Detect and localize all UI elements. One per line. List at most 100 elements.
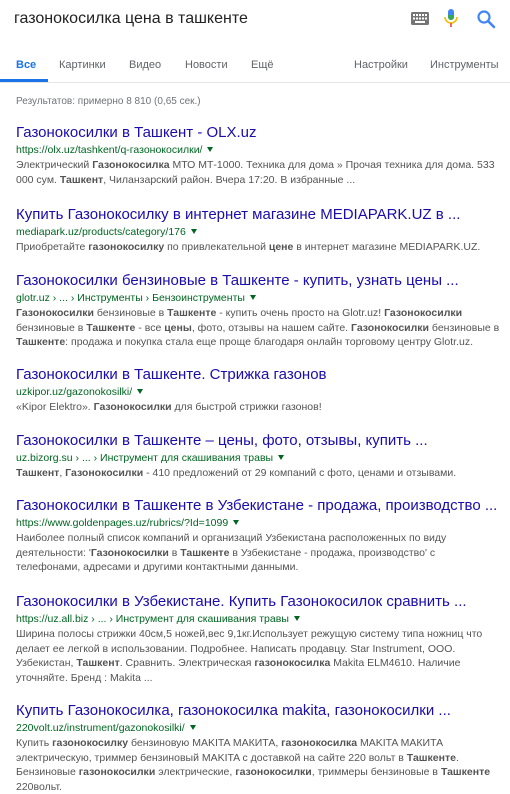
snippet-text: по привлекательной xyxy=(164,241,269,253)
snippet-highlight: Ташкенте xyxy=(406,751,456,764)
result-snippet: Ширина полосы стрижки 40см,5 ножей,вес 9… xyxy=(16,627,502,685)
search-result: Газонокосилки в Ташкент - OLX.uz https:/… xyxy=(16,124,502,187)
result-snippet: Электрический Газонокосилка МТО МТ-1000.… xyxy=(16,158,502,187)
snippet-highlight: Газонокосилки xyxy=(384,307,463,319)
snippet-highlight: Ташкенте xyxy=(86,321,136,334)
snippet-highlight: Ташкент xyxy=(16,467,60,479)
search-input[interactable]: газонокосилка цена в ташкенте xyxy=(14,10,248,28)
microphone-icon[interactable] xyxy=(444,9,458,29)
snippet-highlight: Газонокосилки xyxy=(65,467,144,479)
snippet-highlight: Ташкенте xyxy=(16,336,66,348)
result-snippet: Наиболее полный список компаний и органи… xyxy=(16,531,502,575)
result-url-text: 220volt.uz/instrument/gazonokosilki/ xyxy=(16,722,185,734)
caret-down-icon[interactable] xyxy=(293,616,300,621)
result-title-link[interactable]: Купить Газонокосилку в интернет магазине… xyxy=(16,206,502,224)
result-url: 220volt.uz/instrument/gazonokosilki/ xyxy=(16,721,502,735)
snippet-text: бензиновую MAKITA МАКИТА, xyxy=(128,737,282,749)
snippet-text: для быстрой стрижки газонов! xyxy=(171,401,322,413)
result-title-link[interactable]: Газонокосилки в Ташкенте – цены, фото, о… xyxy=(16,432,502,450)
tab-images[interactable]: Картинки xyxy=(59,59,106,71)
snippet-highlight: газонокосилка xyxy=(281,737,358,749)
result-url: glotr.uz › ... › Инструменты › Бензоинст… xyxy=(16,291,502,305)
caret-down-icon[interactable] xyxy=(249,295,256,300)
snippet-text: в xyxy=(168,546,181,559)
snippet-text: - купить очень просто на Glotr.uz! xyxy=(216,307,385,319)
result-url-text: https://olx.uz/tashkent/q-газонокосилки/ xyxy=(16,144,203,156)
snippet-text: , фото, отзывы на нашем сайте. xyxy=(191,321,352,334)
snippet-text: , Чиланзарский район. Вчера 17:20. В изб… xyxy=(103,173,356,186)
snippet-highlight: Ташкенте xyxy=(167,307,217,319)
result-url-text: https://uz.all.biz › ... › Инструмент дл… xyxy=(16,613,289,625)
result-url-text: glotr.uz › ... › Инструменты › Бензоинст… xyxy=(16,292,245,304)
snippet-highlight: цене xyxy=(268,241,294,253)
snippet-text: , триммеры бензиновые в xyxy=(311,766,441,778)
snippet-text: - все xyxy=(135,321,165,334)
result-snippet: «Kipor Elektro». Газонокосилки для быстр… xyxy=(16,400,502,415)
search-icon[interactable] xyxy=(476,9,496,29)
search-result: Газонокосилки бензиновые в Ташкенте - ку… xyxy=(16,272,502,350)
result-url: uz.bizorg.su › ... › Инструмент для скаш… xyxy=(16,451,502,465)
result-url-text: https://www.goldenpages.uz/rubrics/?Id=1… xyxy=(16,517,229,529)
result-title-link[interactable]: Купить Газонокосилка, газонокосилка maki… xyxy=(16,702,502,720)
snippet-highlight: Газонокосилка xyxy=(92,159,170,171)
result-title-link[interactable]: Газонокосилки в Ташкенте в Узбекистане -… xyxy=(16,497,502,515)
snippet-text: в интернет магазине MEDIAPARK.UZ. xyxy=(293,241,481,253)
snippet-highlight: цены xyxy=(164,321,192,334)
snippet-text: 220вольт. xyxy=(16,780,62,793)
snippet-highlight: Ташкенте xyxy=(440,766,491,778)
search-result: Купить Газонокосилка, газонокосилка maki… xyxy=(16,702,502,794)
caret-down-icon[interactable] xyxy=(190,229,197,234)
result-title-link[interactable]: Газонокосилки в Узбекистане. Купить Газо… xyxy=(16,593,502,611)
result-snippet: Купить газонокосилку бензиновую MAKITA М… xyxy=(16,736,502,794)
snippet-highlight: Газонокосилки xyxy=(90,546,169,559)
search-result: Газонокосилки в Ташкенте. Стрижка газоно… xyxy=(16,366,502,415)
caret-down-icon[interactable] xyxy=(207,147,214,152)
caret-down-icon[interactable] xyxy=(233,520,240,525)
snippet-highlight: газонокосилку xyxy=(52,737,129,749)
result-stats: Результатов: примерно 8 810 (0,65 сек.) xyxy=(16,96,201,107)
result-url: https://uz.all.biz › ... › Инструмент дл… xyxy=(16,612,502,626)
snippet-text: «Kipor Elektro». xyxy=(16,401,94,413)
search-bar: газонокосилка цена в ташкенте xyxy=(0,0,510,42)
result-title-link[interactable]: Газонокосилки бензиновые в Ташкенте - ку… xyxy=(16,272,502,290)
snippet-highlight: Газонокосилки xyxy=(16,307,94,319)
caret-down-icon[interactable] xyxy=(189,725,196,730)
snippet-text: Приобретайте xyxy=(16,241,89,253)
tab-bar: Все Картинки Видео Новости Ещё Настройки… xyxy=(0,42,510,83)
caret-down-icon[interactable] xyxy=(137,389,144,394)
snippet-text: . Сравнить. Электрическая xyxy=(119,657,255,669)
keyboard-icon[interactable] xyxy=(411,12,429,25)
result-url: https://olx.uz/tashkent/q-газонокосилки/ xyxy=(16,143,502,157)
result-url: mediapark.uz/products/category/176 xyxy=(16,225,502,239)
result-url: https://www.goldenpages.uz/rubrics/?Id=1… xyxy=(16,516,502,530)
tab-news[interactable]: Новости xyxy=(185,59,228,71)
result-snippet: Приобретайте газонокосилку по привлекате… xyxy=(16,240,502,255)
snippet-text: Купить xyxy=(16,737,53,749)
snippet-highlight: Ташкент xyxy=(76,657,120,669)
snippet-text: электрические, xyxy=(155,766,236,778)
tab-more[interactable]: Ещё xyxy=(251,59,274,71)
result-snippet: Газонокосилки бензиновые в Ташкенте - ку… xyxy=(16,306,502,350)
result-title-link[interactable]: Газонокосилки в Ташкенте. Стрижка газоно… xyxy=(16,366,502,384)
tab-video[interactable]: Видео xyxy=(129,59,161,71)
snippet-text: бензиновые в xyxy=(429,321,500,334)
tab-all[interactable]: Все xyxy=(16,59,36,71)
snippet-highlight: газонокосилки xyxy=(78,766,156,778)
snippet-highlight: газонокосилку xyxy=(88,241,165,253)
tab-tools[interactable]: Инструменты xyxy=(430,59,499,71)
result-url-text: mediapark.uz/products/category/176 xyxy=(16,226,186,238)
snippet-highlight: Газонокосилки xyxy=(351,321,429,334)
active-tab-indicator xyxy=(0,79,48,82)
tab-settings[interactable]: Настройки xyxy=(354,59,408,71)
snippet-text: бензиновые в xyxy=(93,307,168,319)
snippet-text: - 410 предложений от 29 компаний с фото,… xyxy=(143,467,457,479)
search-result: Газонокосилки в Ташкенте – цены, фото, о… xyxy=(16,432,502,481)
snippet-highlight: газонокосилка xyxy=(254,657,331,669)
result-title-link[interactable]: Газонокосилки в Ташкент - OLX.uz xyxy=(16,124,502,142)
result-url-text: uzkipor.uz/gazonokosilki/ xyxy=(16,386,133,398)
result-url-text: uz.bizorg.su › ... › Инструмент для скаш… xyxy=(16,452,274,464)
snippet-highlight: Ташкенте xyxy=(180,546,230,559)
snippet-text: бензиновые в xyxy=(16,321,87,334)
caret-down-icon[interactable] xyxy=(278,455,285,460)
search-result: Газонокосилки в Ташкенте в Узбекистане -… xyxy=(16,497,502,575)
